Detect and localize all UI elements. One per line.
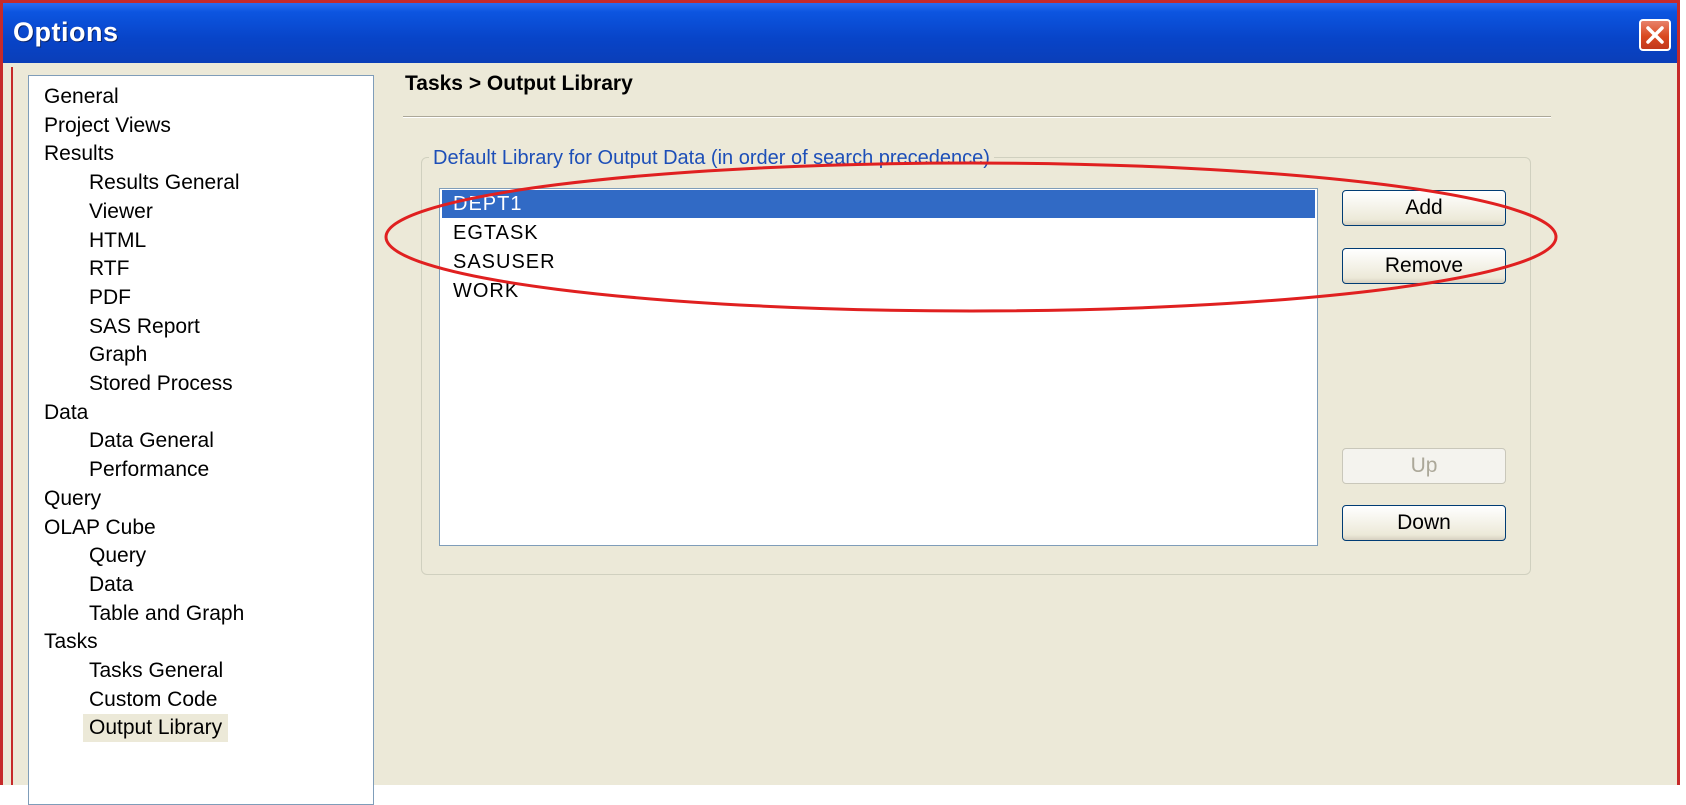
- tree-item-viewer[interactable]: Viewer: [89, 198, 153, 226]
- tree-item-custom-code[interactable]: Custom Code: [89, 686, 217, 714]
- tree-item-stored-process[interactable]: Stored Process: [89, 370, 233, 398]
- window-title: Options: [13, 17, 119, 47]
- tree-item-olap-cube[interactable]: OLAP Cube: [44, 514, 156, 542]
- tree-item-general[interactable]: General: [44, 83, 119, 111]
- tree-item-html[interactable]: HTML: [89, 227, 146, 255]
- up-button[interactable]: Up: [1342, 448, 1506, 484]
- tree-item-query[interactable]: Query: [44, 485, 101, 513]
- library-item-sasuser[interactable]: SASUSER: [442, 248, 1315, 276]
- tree-item-performance[interactable]: Performance: [89, 456, 209, 484]
- tree-item-tasks-general[interactable]: Tasks General: [89, 657, 223, 685]
- tree-item-rtf[interactable]: RTF: [89, 255, 129, 283]
- remove-button[interactable]: Remove: [1342, 248, 1506, 284]
- title-bar[interactable]: Options: [3, 3, 1677, 63]
- library-item-dept1[interactable]: DEPT1: [442, 190, 1315, 218]
- options-tree: General Project Views Results Results Gener…: [28, 75, 374, 805]
- library-item-egtask[interactable]: EGTASK: [442, 219, 1315, 247]
- close-button[interactable]: [1639, 19, 1671, 51]
- tree-item-output-library[interactable]: Output Library: [83, 714, 229, 743]
- add-button[interactable]: Add: [1342, 190, 1506, 226]
- library-listbox[interactable]: DEPT1 EGTASK SASUSER WORK: [439, 188, 1318, 546]
- tree-item-data-general[interactable]: Data General: [89, 427, 214, 455]
- tree-item-graph[interactable]: Graph: [89, 341, 147, 369]
- down-button[interactable]: Down: [1342, 505, 1506, 541]
- close-icon: [1646, 26, 1664, 44]
- tree-item-data[interactable]: Data: [44, 399, 88, 427]
- page-breadcrumb: Tasks > Output Library: [405, 72, 633, 95]
- tree-item-results-general[interactable]: Results General: [89, 169, 240, 197]
- header-divider: [403, 116, 1551, 118]
- tree-item-tasks[interactable]: Tasks: [44, 628, 98, 656]
- tree-item-pdf[interactable]: PDF: [89, 284, 131, 312]
- library-item-work[interactable]: WORK: [442, 277, 1315, 305]
- tree-item-query[interactable]: Query: [89, 542, 146, 570]
- dialog-body: General Project Views Results Results Gener…: [11, 67, 1677, 805]
- options-dialog: Options General Project Views Results Resul…: [0, 0, 1680, 805]
- tree-item-table-and-graph[interactable]: Table and Graph: [89, 600, 244, 628]
- tree-item-sas-report[interactable]: SAS Report: [89, 313, 200, 341]
- tree-item-project-views[interactable]: Project Views: [44, 112, 171, 140]
- tree-item-data[interactable]: Data: [89, 571, 133, 599]
- group-label: Default Library for Output Data (in orde…: [429, 147, 994, 170]
- tree-item-results[interactable]: Results: [44, 140, 114, 168]
